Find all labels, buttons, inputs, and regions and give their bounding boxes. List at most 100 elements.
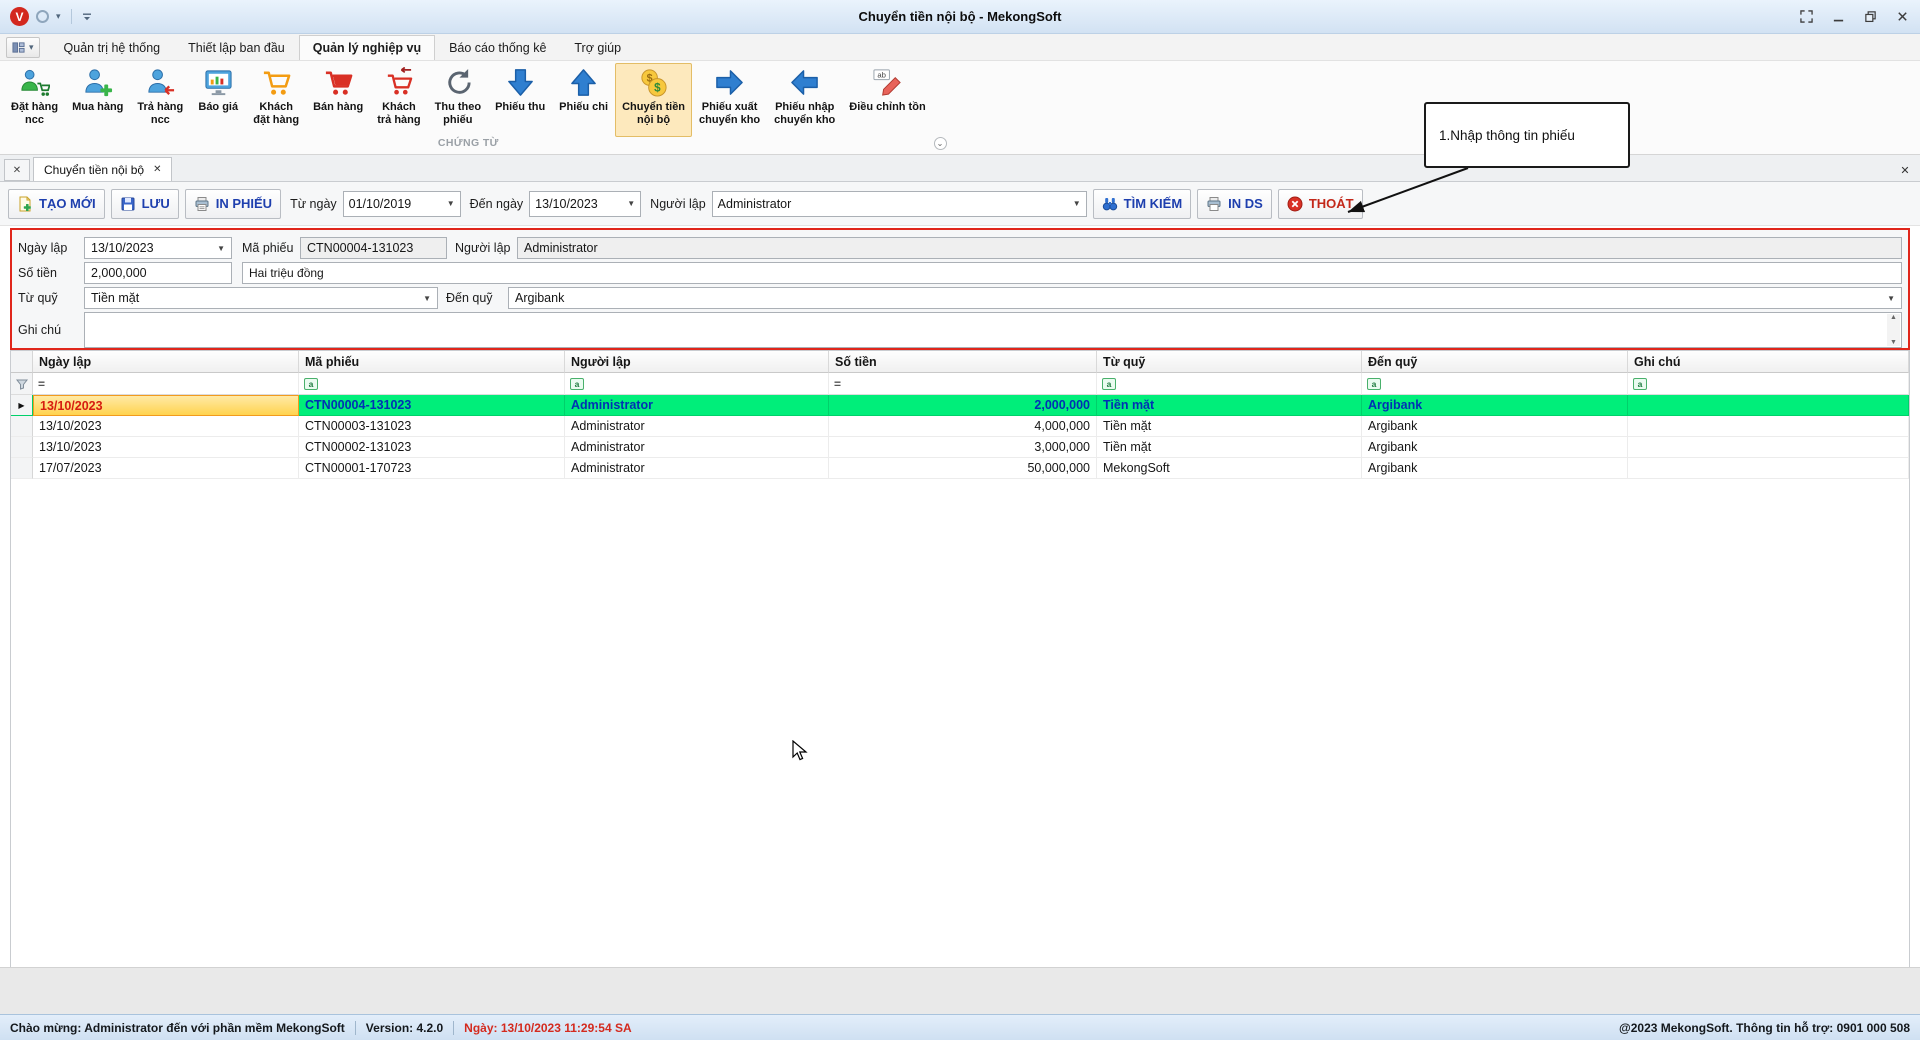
column-header[interactable]: Ngày lập (33, 351, 299, 373)
document-tab[interactable]: Chuyển tiền nội bộ ✕ (33, 157, 172, 181)
cell-code: CTN00003-131023 (299, 416, 565, 437)
print-voucher-button[interactable]: IN PHIẾU (185, 189, 281, 219)
fullscreen-icon[interactable] (1798, 9, 1814, 25)
scroll-down-icon[interactable]: ▼ (1890, 339, 1897, 346)
ribbon-button[interactable]: Mua hàng (65, 63, 130, 137)
table-row[interactable]: ▶13/10/2023CTN00004-131023Administrator2… (11, 395, 1909, 416)
chevron-down-icon[interactable]: ▼ (1067, 199, 1081, 208)
ribbon-button[interactable]: Khách trả hàng (370, 63, 427, 137)
create-new-button[interactable]: TẠO MỚI (8, 189, 105, 219)
form-code-field[interactable]: CTN00004-131023 (300, 237, 447, 259)
form-note-label: Ghi chú (18, 323, 84, 337)
cart-orange-icon (261, 67, 292, 98)
save-icon (120, 196, 136, 212)
ribbon-tab[interactable]: Thiết lập ban đầu (174, 35, 299, 60)
ribbon-button[interactable]: Đặt hàng ncc (4, 63, 65, 137)
column-header[interactable]: Người lập (565, 351, 829, 373)
ribbon-tab-bar: ▾ Quản trị hệ thốngThiết lập ban đầuQuản… (0, 34, 1920, 61)
scroll-up-icon[interactable]: ▲ (1890, 314, 1897, 321)
note-scrollbar[interactable]: ▲▼ (1887, 314, 1900, 346)
grid-header: Ngày lậpMã phiếuNgười lậpSố tiềnTừ quỹĐế… (11, 351, 1909, 373)
quick-access-circle-icon[interactable] (36, 10, 49, 23)
close-document-icon[interactable]: ✕ (1894, 159, 1916, 181)
to-date-field[interactable]: 13/10/2023 ▼ (529, 191, 641, 217)
tab-close-icon[interactable]: ✕ (153, 164, 161, 175)
filter-cell[interactable]: a (1628, 373, 1909, 395)
filter-cell[interactable]: a (299, 373, 565, 395)
svg-text:ab: ab (877, 71, 886, 80)
form-date-value: 13/10/2023 (91, 241, 154, 255)
ribbon-button[interactable]: Bán hàng (306, 63, 370, 137)
ribbon-button[interactable]: Phiếu chi (552, 63, 615, 137)
print-voucher-label: IN PHIẾU (216, 196, 272, 211)
ribbon-button[interactable]: Báo giá (190, 63, 246, 137)
table-row[interactable]: 13/10/2023CTN00003-131023Administrator4,… (11, 416, 1909, 437)
form-amount-words-field[interactable]: Hai triệu đồng (242, 262, 1902, 284)
ribbon-button[interactable]: Phiếu thu (488, 63, 552, 137)
customize-toolbar-icon[interactable] (82, 12, 92, 22)
column-header[interactable]: Ghi chú (1628, 351, 1909, 373)
ribbon-button[interactable]: Phiếu xuất chuyển kho (692, 63, 767, 137)
column-header[interactable]: Mã phiếu (299, 351, 565, 373)
status-bar: Chào mừng: Administrator đến với phần mề… (0, 1014, 1920, 1040)
filter-cell[interactable]: = (829, 373, 1097, 395)
ribbon-button-label: Phiếu thu (495, 101, 545, 114)
filter-funnel-icon (15, 378, 29, 390)
ribbon-button[interactable]: Phiếu nhập chuyển kho (767, 63, 842, 137)
chevron-down-icon[interactable]: ▼ (1881, 294, 1895, 303)
from-date-field[interactable]: 01/10/2019 ▼ (343, 191, 461, 217)
group-dialog-launcher-icon[interactable]: ⌄ (934, 137, 947, 150)
filter-cell[interactable] (11, 373, 33, 395)
exit-button[interactable]: THOÁT (1278, 189, 1363, 219)
column-header[interactable]: Số tiền (829, 351, 1097, 373)
filter-cell[interactable]: a (565, 373, 829, 395)
column-header[interactable]: Từ quỹ (1097, 351, 1362, 373)
chevron-down-icon[interactable]: ▼ (417, 294, 431, 303)
close-all-tabs-button[interactable]: ✕ (4, 159, 30, 181)
print-list-button[interactable]: IN DS (1197, 189, 1272, 219)
ribbon-tab[interactable]: Báo cáo thống kê (435, 35, 560, 60)
form-date-field[interactable]: 13/10/2023 ▼ (84, 237, 232, 259)
chevron-down-icon[interactable]: ▼ (441, 199, 455, 208)
maximize-icon[interactable] (1862, 9, 1878, 25)
ribbon-button[interactable]: Khách đặt hàng (246, 63, 306, 137)
form-amount-words-value: Hai triệu đồng (249, 266, 324, 280)
ribbon-button[interactable]: Thu theo phiếu (428, 63, 488, 137)
ribbon-button[interactable]: abĐiều chỉnh tồn (842, 63, 932, 137)
ribbon-tab[interactable]: Quản lý nghiệp vụ (299, 35, 435, 60)
table-row[interactable]: 17/07/2023CTN00001-170723Administrator50… (11, 458, 1909, 479)
svg-text:a: a (1372, 379, 1377, 389)
table-row[interactable]: 13/10/2023CTN00002-131023Administrator3,… (11, 437, 1909, 458)
minimize-icon[interactable] (1830, 9, 1846, 25)
ribbon-tab[interactable]: Quản trị hệ thống (50, 35, 175, 60)
ribbon-tab[interactable]: Trợ giúp (560, 35, 635, 60)
app-menu-button[interactable]: ▾ (6, 37, 40, 58)
close-icon[interactable] (1894, 9, 1910, 25)
svg-text:a: a (575, 379, 580, 389)
save-button[interactable]: LƯU (111, 189, 179, 219)
filter-cell[interactable]: = (33, 373, 299, 395)
from-date-label: Từ ngày (290, 197, 337, 211)
chevron-down-icon[interactable]: ▾ (56, 11, 61, 22)
creator-filter-combo[interactable]: Administrator ▼ (712, 191, 1087, 217)
search-button[interactable]: TÌM KIẾM (1093, 189, 1192, 219)
cell-to-fund: Argibank (1362, 437, 1628, 458)
chevron-down-icon[interactable]: ▼ (621, 199, 635, 208)
app-logo[interactable]: V (10, 7, 29, 26)
form-from-fund-combo[interactable]: Tiền mặt ▼ (84, 287, 438, 309)
form-amount-field[interactable]: 2,000,000 (84, 262, 232, 284)
cell-from-fund: Tiền mặt (1097, 416, 1362, 437)
ribbon-button[interactable]: $$Chuyển tiền nội bộ (615, 63, 692, 137)
ribbon-button[interactable]: Trả hàng ncc (130, 63, 190, 137)
ribbon-button-label: Đặt hàng ncc (11, 101, 58, 127)
form-to-fund-combo[interactable]: Argibank ▼ (508, 287, 1902, 309)
form-note-field[interactable]: ▲▼ (84, 312, 1902, 348)
filter-cell[interactable]: a (1362, 373, 1628, 395)
chevron-down-icon[interactable]: ▼ (211, 244, 225, 253)
column-header[interactable]: Đến quỹ (1362, 351, 1628, 373)
ribbon-tab-strip: Quản trị hệ thốngThiết lập ban đầuQuản l… (50, 35, 636, 60)
filter-cell[interactable]: a (1097, 373, 1362, 395)
status-date: Ngày: 13/10/2023 11:29:54 SA (464, 1021, 631, 1035)
to-date-label: Đến ngày (470, 197, 524, 211)
form-creator-field[interactable]: Administrator (517, 237, 1902, 259)
